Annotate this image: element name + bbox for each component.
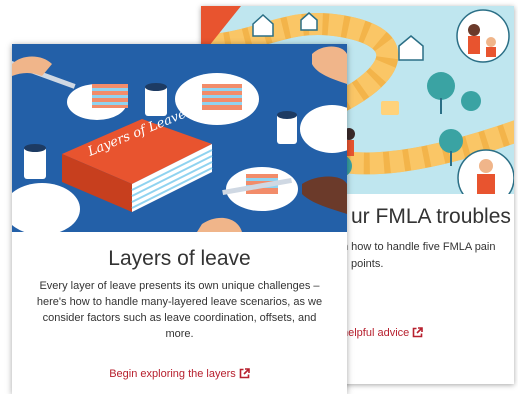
link-label: helpful advice bbox=[342, 327, 410, 339]
layers-of-leave-illustration: Layers of Leave bbox=[12, 44, 347, 232]
card-description: Every layer of leave presents its own un… bbox=[36, 280, 323, 340]
external-link-icon bbox=[239, 368, 250, 382]
external-link-icon bbox=[412, 327, 424, 341]
card-description-line2: points. bbox=[351, 258, 384, 270]
layers-of-leave-card: Layers of Leave Layers of leave Every la… bbox=[12, 44, 347, 394]
card-title: ur FMLA troubles bbox=[351, 205, 511, 228]
helpful-advice-link[interactable]: helpful advice bbox=[342, 327, 424, 341]
card-title: Layers of leave bbox=[108, 247, 251, 270]
begin-exploring-link[interactable]: Begin exploring the layers bbox=[12, 368, 347, 382]
link-label: Begin exploring the layers bbox=[109, 368, 236, 380]
card-description-line1: n how to handle five FMLA pain bbox=[342, 241, 496, 253]
